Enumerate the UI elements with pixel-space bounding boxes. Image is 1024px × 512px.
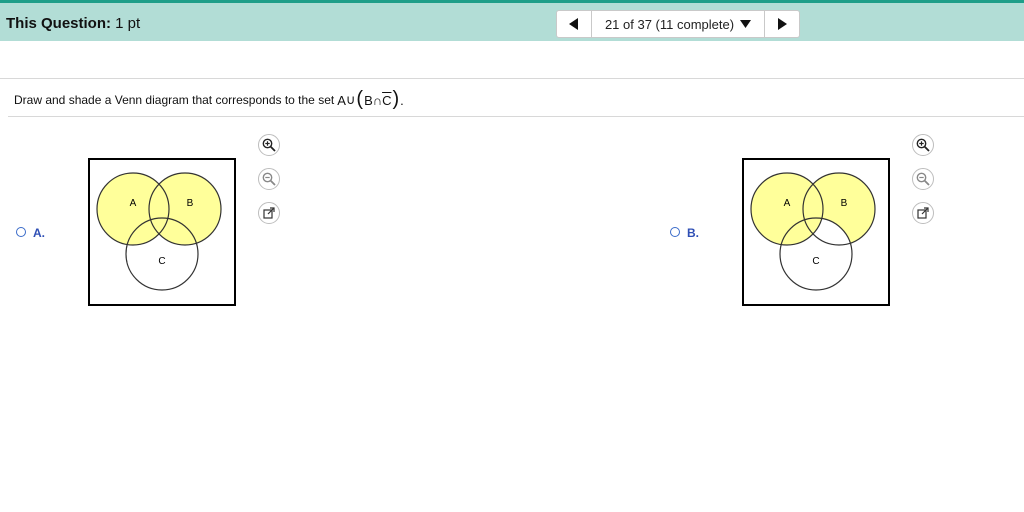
divider <box>8 116 1024 117</box>
option-b-venn-diagram: A B C <box>742 158 890 306</box>
zoom-out-button[interactable] <box>912 168 934 190</box>
option-b-radio[interactable] <box>670 227 680 237</box>
zoom-out-button[interactable] <box>258 168 280 190</box>
complement-c: C <box>382 92 392 108</box>
next-arrow-icon <box>778 18 787 30</box>
zoom-in-icon <box>916 138 930 152</box>
zoom-in-button[interactable] <box>258 134 280 156</box>
dropdown-caret-icon <box>740 20 752 28</box>
popout-icon <box>917 207 929 219</box>
zoom-out-icon <box>916 172 930 186</box>
option-b-label[interactable]: B. <box>687 226 699 240</box>
question-prompt: Draw and shade a Venn diagram that corre… <box>14 88 404 110</box>
circle-a-label: A <box>130 198 137 209</box>
option-a-venn-diagram: A B C <box>88 158 236 306</box>
zoom-in-button[interactable] <box>912 134 934 156</box>
popout-button[interactable] <box>912 202 934 224</box>
question-select-dropdown[interactable]: 21 of 37 (11 complete) <box>591 11 765 37</box>
circle-c-label: C <box>158 256 165 267</box>
divider <box>0 78 1024 79</box>
question-header: This Question: 1 pt 21 of 37 (11 complet… <box>0 3 1024 41</box>
previous-question-button[interactable] <box>557 11 592 37</box>
progress-text: 21 of 37 (11 complete) <box>604 16 735 32</box>
question-navigator: 21 of 37 (11 complete) <box>556 10 800 38</box>
popout-icon <box>263 207 275 219</box>
set-expression: A ∪(B ∩ C). <box>337 88 404 110</box>
zoom-in-icon <box>262 138 276 152</box>
question-text: Draw and shade a Venn diagram that corre… <box>14 93 335 107</box>
circle-b-label: B <box>187 198 194 209</box>
circle-c-label: C <box>812 256 819 267</box>
option-a-label[interactable]: A. <box>33 226 45 240</box>
next-question-button[interactable] <box>764 11 799 37</box>
circle-b-label: B <box>841 198 848 209</box>
previous-arrow-icon <box>569 18 578 30</box>
option-a-radio[interactable] <box>16 227 26 237</box>
zoom-out-icon <box>262 172 276 186</box>
circle-a-label: A <box>784 198 791 209</box>
popout-button[interactable] <box>258 202 280 224</box>
question-points: This Question: 1 pt <box>6 15 141 32</box>
